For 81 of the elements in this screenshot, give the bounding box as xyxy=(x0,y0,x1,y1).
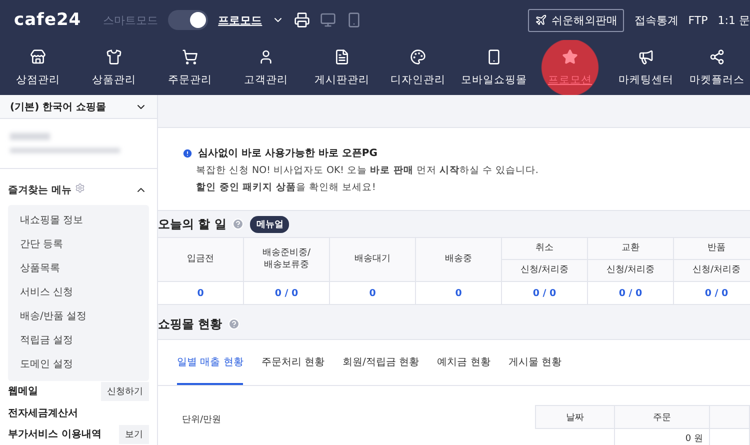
table-header: 배송준비중/ 배송보류중 xyxy=(244,238,330,282)
table-header: 신청/처리중 xyxy=(502,260,588,282)
favorite-menu-item[interactable]: 서비스 신청 xyxy=(8,280,149,305)
nav-item[interactable]: 디자인관리 xyxy=(380,40,456,95)
table-header: 취소 xyxy=(502,238,588,260)
favorite-menu-item[interactable]: 내쇼핑몰 정보 xyxy=(8,208,149,233)
store-icon xyxy=(30,48,46,64)
favorite-menu-item[interactable]: 배송/반품 설정 xyxy=(8,304,149,329)
tab[interactable]: 주문처리 현황 xyxy=(261,340,325,385)
logo[interactable]: cafe24 xyxy=(14,10,82,30)
unit-label: 단위/만원 xyxy=(182,414,222,427)
table-cell: 0 원 xyxy=(615,429,710,445)
count-cell[interactable]: 0 / 0 xyxy=(588,282,674,304)
notice-text: 할인 중인 패키지 상품을 확인해 보세요! xyxy=(196,181,377,194)
document-icon xyxy=(334,48,350,64)
table-header: 주문 xyxy=(615,405,710,429)
table-header: 배송대기 xyxy=(330,238,416,282)
notice-title: 심사없이 바로 사용가능한 바로 오픈PG xyxy=(198,147,378,160)
nav-item[interactable]: 마켓플러스 xyxy=(684,40,750,95)
favorites-title: 즐겨찾는 메뉴 xyxy=(8,184,72,196)
monitor-icon[interactable] xyxy=(320,12,336,28)
mode-toggle[interactable] xyxy=(168,10,208,30)
table-header: 신청/처리중 xyxy=(674,260,750,282)
table-header: 교환 xyxy=(588,238,674,260)
person-icon xyxy=(258,48,274,64)
top-link[interactable]: 접속통계 xyxy=(634,12,678,28)
count-cell[interactable]: 0 / 0 xyxy=(674,282,750,304)
help-icon[interactable] xyxy=(232,218,244,230)
section-title: 오늘의 할 일 xyxy=(158,216,226,233)
manual-badge[interactable]: 메뉴얼 xyxy=(250,216,290,233)
tab[interactable]: 일별 매출 현황 xyxy=(177,340,244,385)
top-link[interactable]: FTP xyxy=(688,14,708,26)
nav-item[interactable]: 게시판관리 xyxy=(304,40,380,95)
count-cell[interactable]: 0 xyxy=(158,282,244,304)
nav-item[interactable]: 마케팅센터 xyxy=(608,40,684,95)
printer-icon[interactable] xyxy=(294,12,310,28)
favorite-menu-item[interactable]: 간단 등록 xyxy=(8,232,149,257)
table-header: 날짜 xyxy=(535,405,615,429)
nav-item[interactable]: 주문관리 xyxy=(152,40,228,95)
count-cell[interactable]: 0 / 0 xyxy=(502,282,588,304)
overseas-sales-button[interactable]: 쉬운해외판매 xyxy=(528,8,624,32)
count-cell[interactable]: 0 / 0 xyxy=(244,282,330,304)
shirt-icon xyxy=(106,48,122,64)
sidebar-link[interactable]: 부가서비스 이용내역 xyxy=(8,427,102,442)
nav-item[interactable]: 고객관리 xyxy=(228,40,304,95)
table-header: 배송중 xyxy=(416,238,502,282)
share-icon xyxy=(709,48,725,64)
cart-icon xyxy=(182,48,198,64)
tab[interactable]: 게시물 현황 xyxy=(508,340,562,385)
section-title: 쇼핑몰 현황 xyxy=(158,316,222,333)
sidebar-button[interactable]: 신청하기 xyxy=(101,382,149,401)
favorite-menu-item[interactable]: 적립금 설정 xyxy=(8,328,149,353)
megaphone-icon xyxy=(638,48,654,64)
nav-item[interactable]: 모바일쇼핑몰 xyxy=(456,40,532,95)
sidebar-button[interactable]: 보기 xyxy=(119,424,149,444)
favorite-menu-item[interactable]: 상품목록 xyxy=(8,256,149,281)
table-header: 반품 xyxy=(674,238,750,260)
palette-icon xyxy=(410,48,426,64)
mode-value[interactable]: 프로모드 xyxy=(218,12,262,28)
star-icon xyxy=(562,48,578,64)
shop-select[interactable]: (기본) 한국어 쇼핑몰 xyxy=(0,95,157,120)
nav-item[interactable]: 상품관리 xyxy=(76,40,152,95)
smartphone-icon[interactable] xyxy=(346,12,362,28)
notice-text: 복잡한 신청 NO! 비사업자도 OK! 오늘 바로 판매 먼저 시작하실 수 있습니다. xyxy=(196,164,540,177)
table-header: 신청/처리중 xyxy=(588,260,674,282)
nav-item[interactable]: 상점관리 xyxy=(0,40,76,95)
alert-icon xyxy=(182,148,193,158)
count-cell[interactable]: 0 xyxy=(330,282,416,304)
top-link[interactable]: 1:1 문 xyxy=(718,12,750,28)
settings-icon[interactable] xyxy=(74,182,85,193)
tab[interactable]: 예치금 현황 xyxy=(437,340,490,385)
sidebar-link[interactable]: 웹메일 xyxy=(8,384,38,398)
help-icon[interactable] xyxy=(228,318,240,330)
tab[interactable]: 회원/적립금 현황 xyxy=(342,340,420,385)
count-cell[interactable]: 0 xyxy=(416,282,502,304)
airplane-icon xyxy=(535,14,548,26)
favorite-menu-item[interactable]: 도메인 설정 xyxy=(8,352,149,377)
sidebar-link[interactable]: 전자세금계산서 xyxy=(8,406,78,420)
table-header: 입금전 xyxy=(158,238,244,282)
mode-label: 스마트모드 xyxy=(103,12,158,28)
smartphone-icon xyxy=(486,48,502,64)
